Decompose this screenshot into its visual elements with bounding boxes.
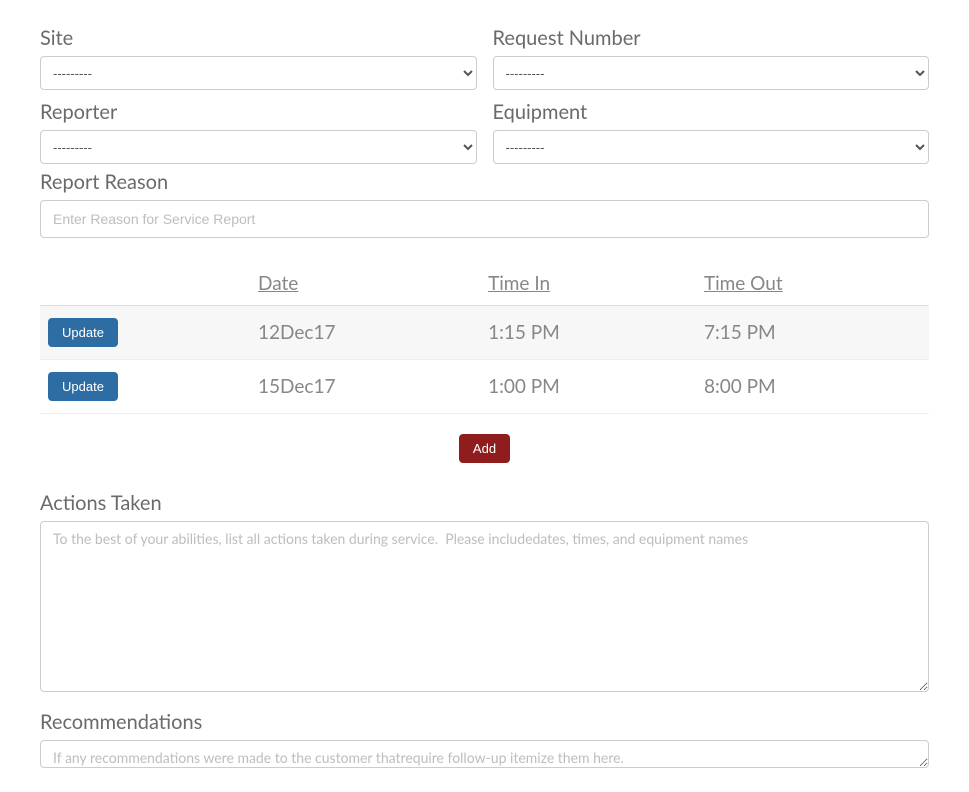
- time-entries-table: Date Time In Time Out Update 12Dec17 1:1…: [40, 262, 929, 414]
- col-action-header: [40, 262, 250, 306]
- cell-timein: 1:15 PM: [480, 306, 696, 360]
- reporter-select[interactable]: ---------: [40, 130, 477, 164]
- table-header-row: Date Time In Time Out: [40, 262, 929, 306]
- add-button[interactable]: Add: [459, 434, 510, 463]
- actions-taken-label: Actions Taken: [40, 491, 929, 515]
- request-number-select[interactable]: ---------: [493, 56, 930, 90]
- actions-taken-textarea[interactable]: [40, 521, 929, 692]
- site-label: Site: [40, 26, 477, 50]
- reporter-label: Reporter: [40, 100, 477, 124]
- update-button[interactable]: Update: [48, 372, 118, 401]
- report-reason-label: Report Reason: [40, 170, 929, 194]
- recommendations-label: Recommendations: [40, 710, 929, 734]
- cell-date: 15Dec17: [250, 360, 480, 414]
- report-reason-input[interactable]: [40, 200, 929, 238]
- request-number-label: Request Number: [493, 26, 930, 50]
- site-select[interactable]: ---------: [40, 56, 477, 90]
- cell-timeout: 7:15 PM: [696, 306, 929, 360]
- recommendations-textarea[interactable]: [40, 740, 929, 768]
- cell-timeout: 8:00 PM: [696, 360, 929, 414]
- update-button[interactable]: Update: [48, 318, 118, 347]
- col-timeout-header: Time Out: [696, 262, 929, 306]
- col-date-header: Date: [250, 262, 480, 306]
- cell-date: 12Dec17: [250, 306, 480, 360]
- cell-timein: 1:00 PM: [480, 360, 696, 414]
- equipment-label: Equipment: [493, 100, 930, 124]
- equipment-select[interactable]: ---------: [493, 130, 930, 164]
- table-row: Update 15Dec17 1:00 PM 8:00 PM: [40, 360, 929, 414]
- col-timein-header: Time In: [480, 262, 696, 306]
- table-row: Update 12Dec17 1:15 PM 7:15 PM: [40, 306, 929, 360]
